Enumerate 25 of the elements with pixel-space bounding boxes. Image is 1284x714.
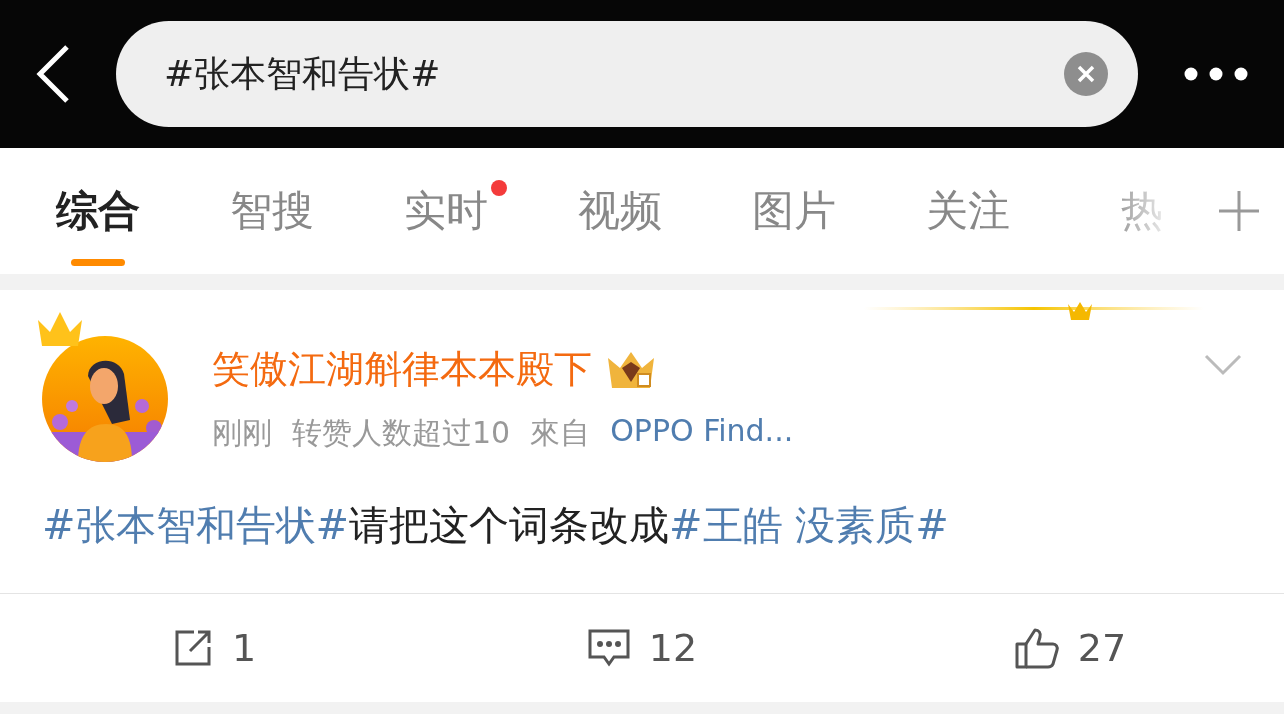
like-button[interactable]: 27 [856, 594, 1284, 702]
tab[interactable]: 智搜 [185, 148, 359, 274]
notification-dot [491, 180, 507, 196]
clear-icon[interactable] [1064, 52, 1108, 96]
tab[interactable]: 视频 [533, 148, 707, 274]
comment-button[interactable]: 12 [428, 594, 856, 702]
tab[interactable]: 实时 [359, 148, 533, 274]
source-link[interactable]: OPPO Find... [610, 413, 794, 454]
add-icon[interactable] [1219, 191, 1259, 231]
more-icon[interactable] [1184, 67, 1248, 81]
post-meta: 转赞人数超过10 [292, 414, 511, 452]
tab[interactable]: 关注 [881, 148, 1055, 274]
search-field[interactable]: #张本智和告状# [116, 21, 1138, 127]
share-button[interactable]: 1 [0, 594, 428, 702]
thumbs-up-icon [1013, 626, 1060, 670]
tab[interactable]: 图片 [707, 148, 881, 274]
post-meta: 來自 [530, 414, 591, 452]
back-icon[interactable] [36, 45, 70, 103]
comment-icon [586, 628, 631, 668]
chevron-down-icon[interactable] [1204, 354, 1242, 376]
post-text: #张本智和告状#请把这个词条改成#王皓 没素质# [42, 501, 950, 550]
tab[interactable]: 热 [1055, 148, 1229, 274]
tab[interactable]: 综合 [11, 148, 185, 274]
author-name[interactable]: 笑傲江湖斛律本本殿下 [212, 344, 592, 395]
post-meta: 刚刚 [212, 414, 272, 452]
